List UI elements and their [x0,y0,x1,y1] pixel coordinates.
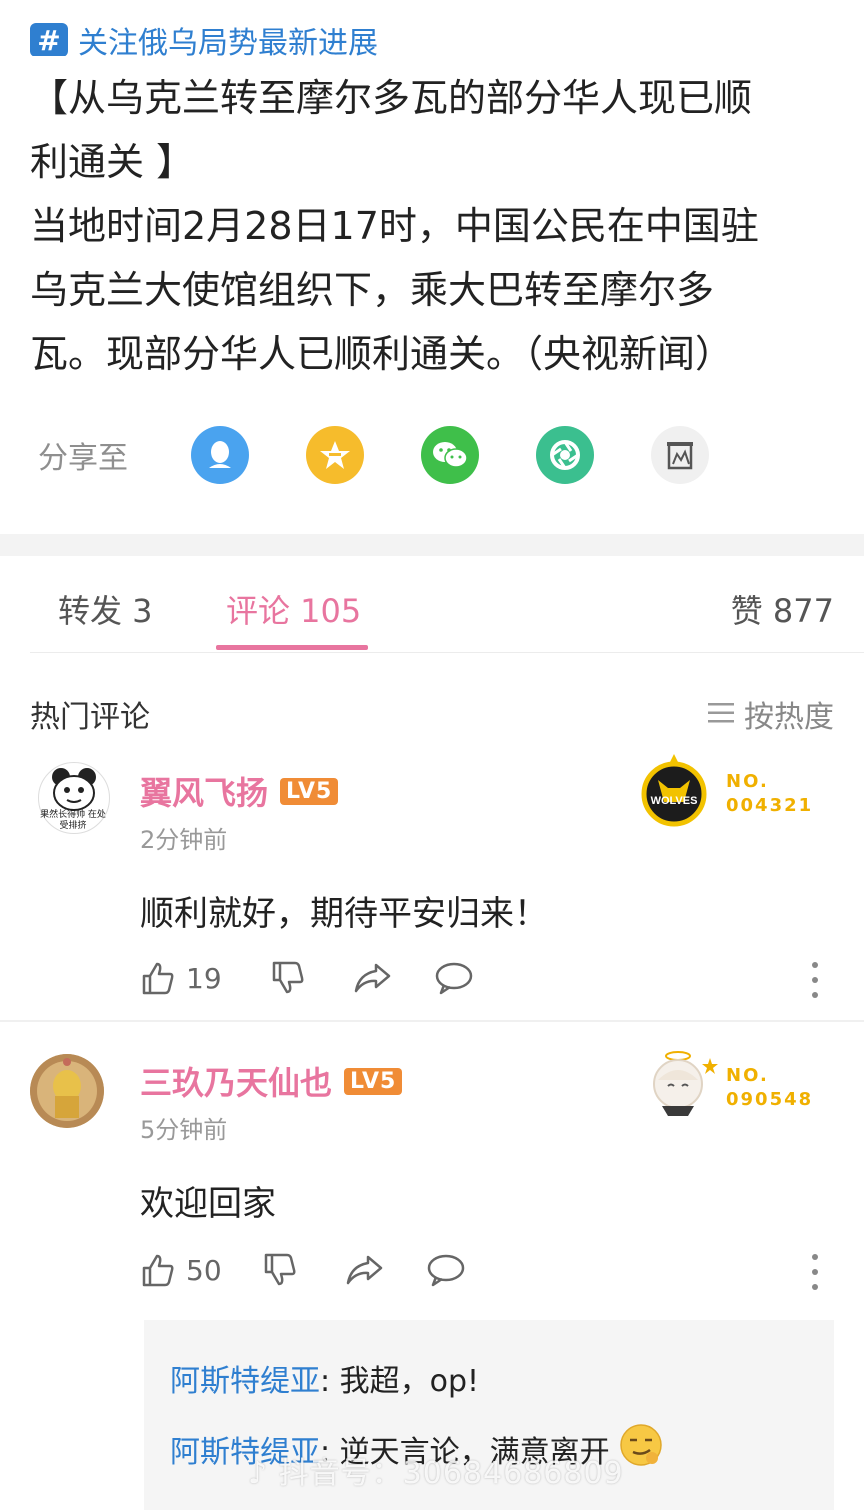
qzone-icon[interactable] [306,426,364,484]
comment-text: 欢迎回家 [140,1184,276,1224]
share-row: 分享至 [38,424,838,486]
tab-bar: 转发 3 评论 105 赞 877 [0,556,864,652]
username-text: 翼风飞扬 [140,774,269,812]
comment-time: 5分钟前 [140,1116,228,1144]
more-options-icon[interactable] [812,1254,820,1290]
character-badge-icon [653,1051,718,1116]
topic-text: 关注俄乌局势最新进展 [78,26,378,56]
comment-text: 顺利就好，期待平安归来！ [140,894,548,934]
topic-link[interactable]: # 关注俄乌局势最新进展 [30,22,378,56]
medal-number: NO. 090548 [726,1064,813,1112]
smirk-emoji-icon [618,1422,664,1476]
share-comment-button[interactable] [352,961,392,995]
watermark-text: 抖音号：30684686809 [278,1456,624,1491]
medal-number: NO. 004321 [726,770,813,818]
level-badge: LV5 [344,1067,403,1095]
fan-medal: NO. 090548 [638,1040,838,1130]
medal-no-value: 004321 [726,795,814,816]
comment-actions: 50 [140,1248,840,1292]
sort-button[interactable]: 按热度 [708,692,834,736]
thumbs-down-icon [264,1253,296,1286]
chat-bubble-icon [427,1254,464,1287]
share-comment-button[interactable] [344,1253,384,1287]
avatar-caption: 果然长得帅 在处受排挤 [40,810,106,831]
username-text: 三玖乃天仙也 [140,1064,333,1102]
comment-item: 三玖乃天仙也 LV5 5分钟前 欢迎回家 50 NO. 090548 [0,1040,864,1320]
tab-divider [30,652,864,653]
medal-no-value: 090548 [726,1089,814,1110]
hot-comments-title: 热门评论 [30,700,150,735]
article-line: 当地时间2月28日17时，中国公民在中国驻 [30,204,759,248]
like-count: 50 [186,1253,222,1287]
tab-comments[interactable]: 评论 105 [226,586,361,632]
tab-likes[interactable]: 赞 877 [731,586,834,632]
article-body: 【从乌克兰转至摩尔多瓦的部分华人现已顺 利通关 】 当地时间2月28日17时，中… [30,66,830,386]
more-options-icon[interactable] [812,962,820,998]
article-line: 利通关 】 [30,140,195,184]
dislike-button[interactable] [270,960,306,996]
hashtag-icon: # [30,23,68,56]
like-button[interactable]: 19 [140,960,222,996]
share-label: 分享至 [38,441,128,476]
like-button[interactable]: 50 [140,1252,222,1288]
comment-actions: 19 [140,956,840,1000]
dislike-button[interactable] [262,1252,298,1288]
avatar[interactable] [30,1054,104,1128]
wechat-icon[interactable] [421,426,479,484]
moments-icon[interactable] [536,426,594,484]
comment-separator [0,1020,864,1022]
active-tab-indicator [216,645,368,650]
fan-medal: WOLVES NO. 004321 [638,750,838,840]
username[interactable]: 翼风飞扬 LV5 [140,768,339,814]
reply-username[interactable]: 阿斯特缇亚 [170,1364,320,1399]
sort-label: 按热度 [744,700,834,735]
watermark: ♪ 抖音号：30684686809 [248,1448,624,1492]
medal-no-label: NO. [726,1065,769,1086]
reply-button[interactable] [426,1253,466,1287]
username[interactable]: 三玖乃天仙也 LV5 [140,1058,403,1104]
medal-no-label: NO. [726,771,769,792]
comment-time: 2分钟前 [140,826,228,854]
article-line: 瓦。现部分华人已顺利通关。（央视新闻） [30,332,734,376]
menu-icon [708,697,734,732]
topic-bar: # 关注俄乌局势最新进展 [0,0,864,56]
article-line: 【从乌克兰转至摩尔多瓦的部分华人现已顺 [30,76,753,120]
share-arrow-icon [354,963,390,993]
reply-button[interactable] [434,961,474,995]
section-gap [0,534,864,556]
medal-label: WOLVES [651,795,698,807]
reply-item: 阿斯特缇亚: 我超，op! [170,1356,479,1400]
comment-item: 果然长得帅 在处受排挤 翼风飞扬 LV5 2分钟前 顺利就好，期待平安归来！ 1… [0,750,864,1020]
tiktok-logo-icon: ♪ [248,1456,279,1491]
level-badge: LV5 [280,777,339,805]
article-line: 乌克兰大使馆组织下，乘大巴转至摩尔多 [30,268,715,312]
chat-bubble-icon [435,962,472,995]
thumbs-up-icon [142,962,174,995]
like-count: 19 [186,961,222,995]
tab-repost[interactable]: 转发 3 [58,586,153,632]
share-arrow-icon [346,1255,382,1285]
qq-icon[interactable] [191,426,249,484]
thumbs-up-icon [142,1254,174,1287]
weibo-icon[interactable] [651,426,709,484]
reply-text: : 我超，op! [320,1364,480,1399]
thumbs-down-icon [272,961,304,994]
wolves-badge-icon: WOLVES [641,754,707,827]
